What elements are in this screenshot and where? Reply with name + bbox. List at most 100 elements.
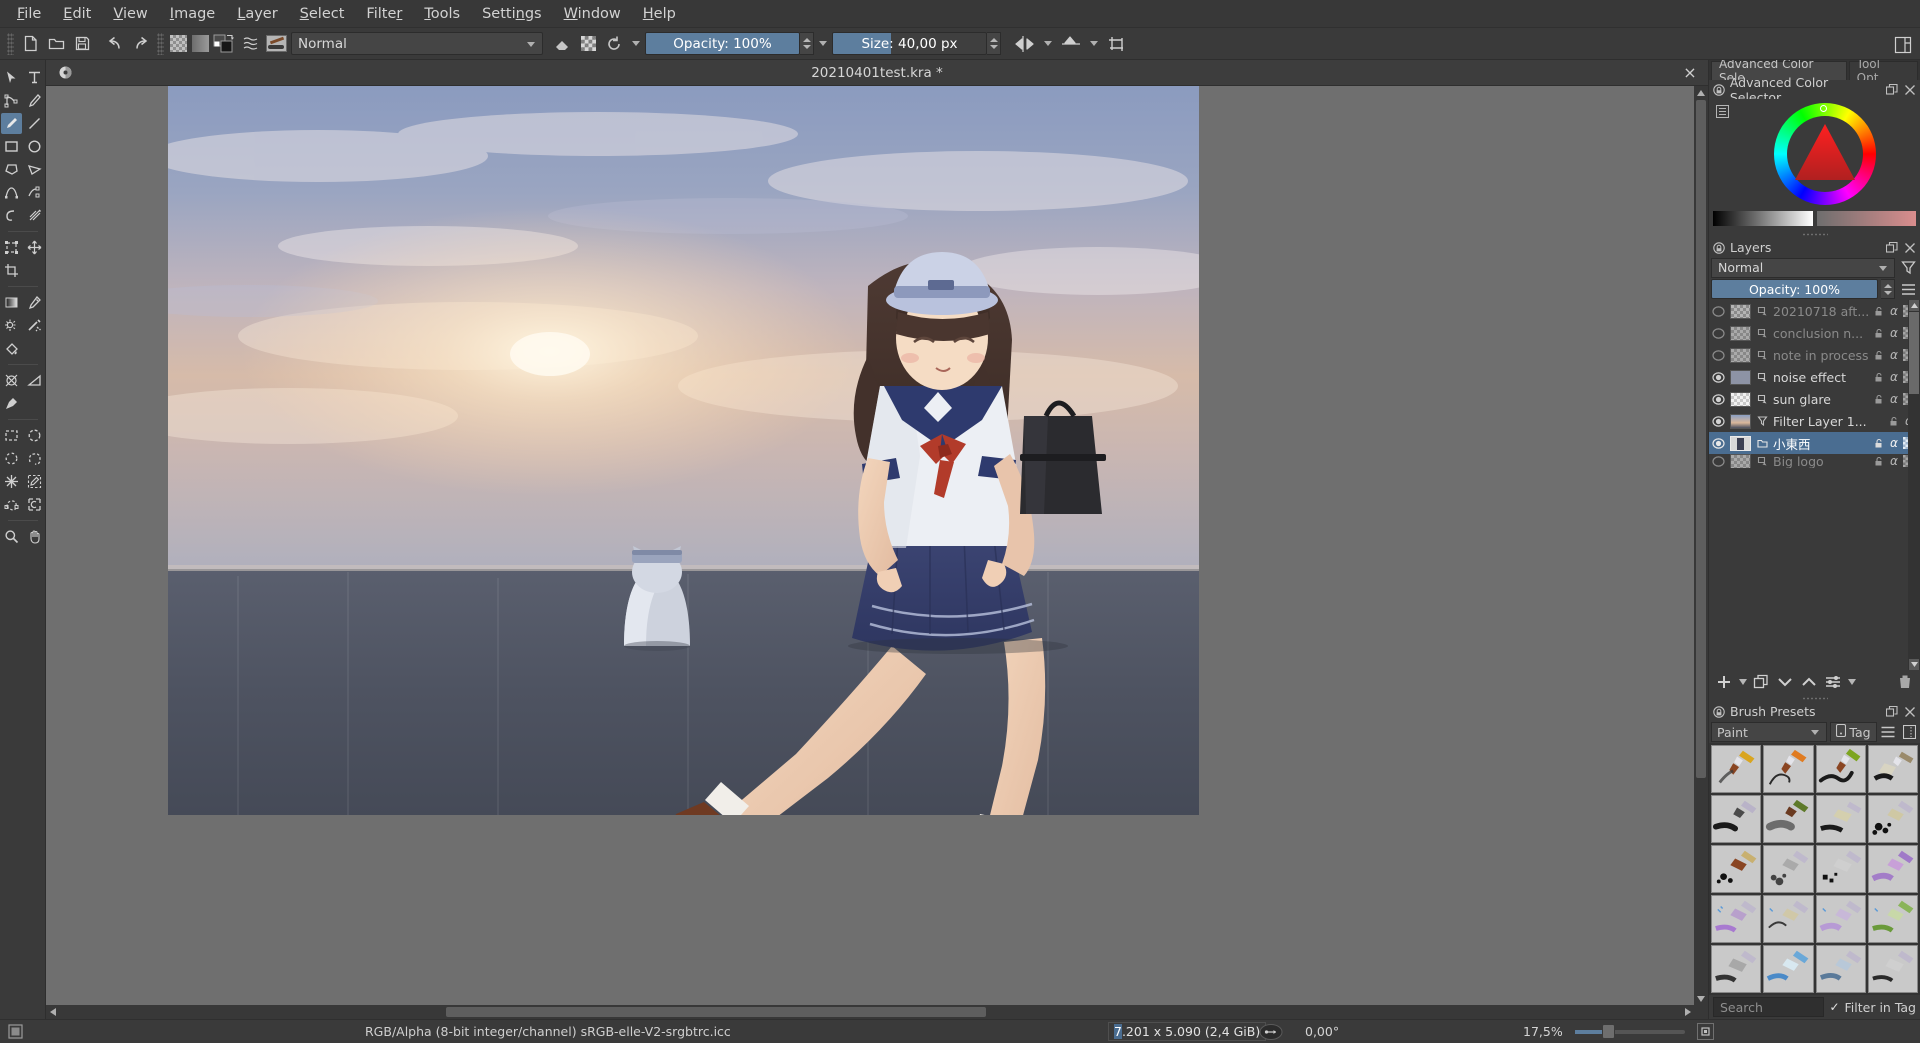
layer-row[interactable]: 小東西 α bbox=[1709, 432, 1920, 454]
menu-image[interactable]: Image bbox=[159, 3, 226, 25]
measure-tool[interactable] bbox=[24, 370, 45, 391]
layer-lock-icon[interactable] bbox=[1888, 415, 1900, 427]
brush-preset-item[interactable] bbox=[1763, 795, 1813, 843]
brush-preset-item[interactable] bbox=[1711, 845, 1761, 893]
smart-patch-tool[interactable] bbox=[24, 315, 45, 336]
fill-tool[interactable] bbox=[1, 338, 22, 359]
menu-select[interactable]: Select bbox=[289, 3, 356, 25]
canvas-rotation-label[interactable]: 0,00° bbox=[1305, 1024, 1339, 1039]
layer-thumbnail[interactable] bbox=[1730, 304, 1751, 319]
menu-help[interactable]: Help bbox=[632, 3, 687, 25]
zoom-slider-knob[interactable] bbox=[1602, 1024, 1615, 1039]
layer-lock-icon[interactable] bbox=[1873, 371, 1885, 383]
layer-lock-icon[interactable] bbox=[1873, 305, 1885, 317]
fit-page-button[interactable] bbox=[1697, 1023, 1714, 1040]
select-shapes-tool[interactable] bbox=[1, 67, 22, 88]
brush-presets-grid[interactable] bbox=[1709, 743, 1920, 995]
alpha-inherit-ic[interactable]: α bbox=[1888, 455, 1900, 467]
horizontal-scroll-thumb[interactable] bbox=[446, 1007, 986, 1017]
freehand-path-tool[interactable] bbox=[24, 182, 45, 203]
move-layer-down-button[interactable] bbox=[1774, 672, 1796, 692]
menu-tools[interactable]: Tools bbox=[413, 3, 471, 25]
blend-mode-combo[interactable]: Normal bbox=[291, 32, 543, 55]
redo-icon[interactable] bbox=[128, 31, 154, 57]
layer-lock-icon[interactable] bbox=[1873, 455, 1885, 467]
layer-scroll-thumb[interactable] bbox=[1909, 312, 1919, 394]
brush-preset-item[interactable] bbox=[1763, 845, 1813, 893]
vertical-scroll-thumb[interactable] bbox=[1696, 100, 1706, 778]
mirror-v-chevron-icon[interactable] bbox=[1090, 41, 1098, 46]
opacity-options-chevron-icon[interactable] bbox=[819, 41, 827, 46]
layer-row[interactable]: noise effect α bbox=[1709, 366, 1920, 388]
layer-name[interactable]: conclusion n... bbox=[1773, 326, 1869, 341]
crop-tool[interactable] bbox=[1, 260, 22, 281]
menu-layer[interactable]: Layer bbox=[226, 3, 288, 25]
menu-filter[interactable]: Filter bbox=[355, 3, 413, 25]
layer-row[interactable]: sun glare α bbox=[1709, 388, 1920, 410]
move-tool[interactable] bbox=[24, 237, 45, 258]
selection-mask-icon[interactable] bbox=[4, 1024, 26, 1039]
gradient-presets-icon[interactable] bbox=[237, 31, 263, 57]
brush-preset-item[interactable] bbox=[1868, 845, 1918, 893]
reference-images-tool[interactable] bbox=[1, 393, 22, 414]
menu-settings[interactable]: Settings bbox=[471, 3, 553, 25]
enclose-and-fill-tool[interactable] bbox=[1, 370, 22, 391]
layer-visibility-on-icon[interactable] bbox=[1711, 370, 1726, 385]
alpha-inherit-icon[interactable]: α bbox=[1888, 437, 1900, 449]
scroll-up-icon[interactable] bbox=[1694, 86, 1708, 99]
zoom-tool[interactable] bbox=[1, 526, 22, 547]
brush-preset-item[interactable] bbox=[1711, 745, 1761, 793]
layer-list-scrollbar[interactable] bbox=[1908, 300, 1920, 670]
layers-lock-icon[interactable] bbox=[1712, 241, 1726, 255]
brush-preset-item[interactable] bbox=[1711, 945, 1761, 993]
close-brush-docker-icon[interactable] bbox=[1903, 705, 1917, 719]
brush-settings-icon[interactable] bbox=[1900, 725, 1918, 739]
zoom-level-label[interactable]: 17,5% bbox=[1523, 1024, 1563, 1039]
brush-tag-combo[interactable]: Paint bbox=[1711, 722, 1827, 742]
layer-thumbnail[interactable] bbox=[1730, 454, 1751, 468]
layer-visibility-on-icon[interactable] bbox=[1711, 436, 1726, 451]
layer-properties-button[interactable] bbox=[1822, 672, 1844, 692]
brush-preset-item[interactable] bbox=[1816, 945, 1866, 993]
color-history-icon[interactable] bbox=[1716, 105, 1729, 122]
size-spinner[interactable] bbox=[987, 32, 1001, 55]
mirror-vertical-icon[interactable] bbox=[1057, 31, 1085, 57]
brush-presets-icon[interactable] bbox=[263, 31, 289, 57]
brush-preset-item[interactable] bbox=[1868, 745, 1918, 793]
menu-file[interactable]: File bbox=[6, 3, 52, 25]
delete-layer-button[interactable] bbox=[1894, 672, 1916, 692]
eraser-mode-icon[interactable] bbox=[549, 31, 575, 57]
edit-shapes-tool[interactable] bbox=[1, 90, 22, 111]
wrap-around-icon[interactable] bbox=[1103, 31, 1131, 57]
layer-row[interactable]: note in process α bbox=[1709, 344, 1920, 366]
multibrush-tool[interactable] bbox=[24, 205, 45, 226]
polyline-tool[interactable] bbox=[24, 159, 45, 180]
brush-preset-item[interactable] bbox=[1816, 795, 1866, 843]
open-document-icon[interactable] bbox=[43, 31, 69, 57]
add-layer-button[interactable] bbox=[1713, 672, 1735, 692]
layer-row[interactable]: Big logo α bbox=[1709, 454, 1920, 468]
brush-presets-lock-icon[interactable] bbox=[1712, 705, 1726, 719]
brush-list-view-icon[interactable] bbox=[1880, 726, 1898, 738]
opacity-spinner[interactable] bbox=[800, 32, 814, 55]
color-wheel[interactable] bbox=[1774, 103, 1876, 205]
calligraphy-tool[interactable] bbox=[24, 90, 45, 111]
scroll-left-icon[interactable] bbox=[46, 1005, 59, 1019]
polygon-tool[interactable] bbox=[1, 159, 22, 180]
brush-preset-item[interactable] bbox=[1868, 895, 1918, 943]
similar-color-selection-tool[interactable] bbox=[24, 471, 45, 492]
mirror-h-chevron-icon[interactable] bbox=[1044, 41, 1052, 46]
new-document-icon[interactable] bbox=[17, 31, 43, 57]
transform-tool[interactable] bbox=[1, 237, 22, 258]
value-shade-strip[interactable] bbox=[1713, 211, 1813, 226]
layer-thumbnail[interactable] bbox=[1730, 348, 1751, 363]
layer-lock-icon[interactable] bbox=[1873, 349, 1885, 361]
layer-thumbnail[interactable] bbox=[1730, 370, 1751, 385]
brush-preset-item[interactable] bbox=[1711, 895, 1761, 943]
alpha-inherit-icon[interactable]: α bbox=[1888, 349, 1900, 361]
layer-visibility-off-icon[interactable] bbox=[1711, 348, 1726, 363]
line-tool[interactable] bbox=[24, 113, 45, 134]
alpha-inherit-icon[interactable]: α bbox=[1888, 327, 1900, 339]
layer-lock-icon[interactable] bbox=[1873, 327, 1885, 339]
float-brush-docker-icon[interactable] bbox=[1885, 705, 1899, 719]
